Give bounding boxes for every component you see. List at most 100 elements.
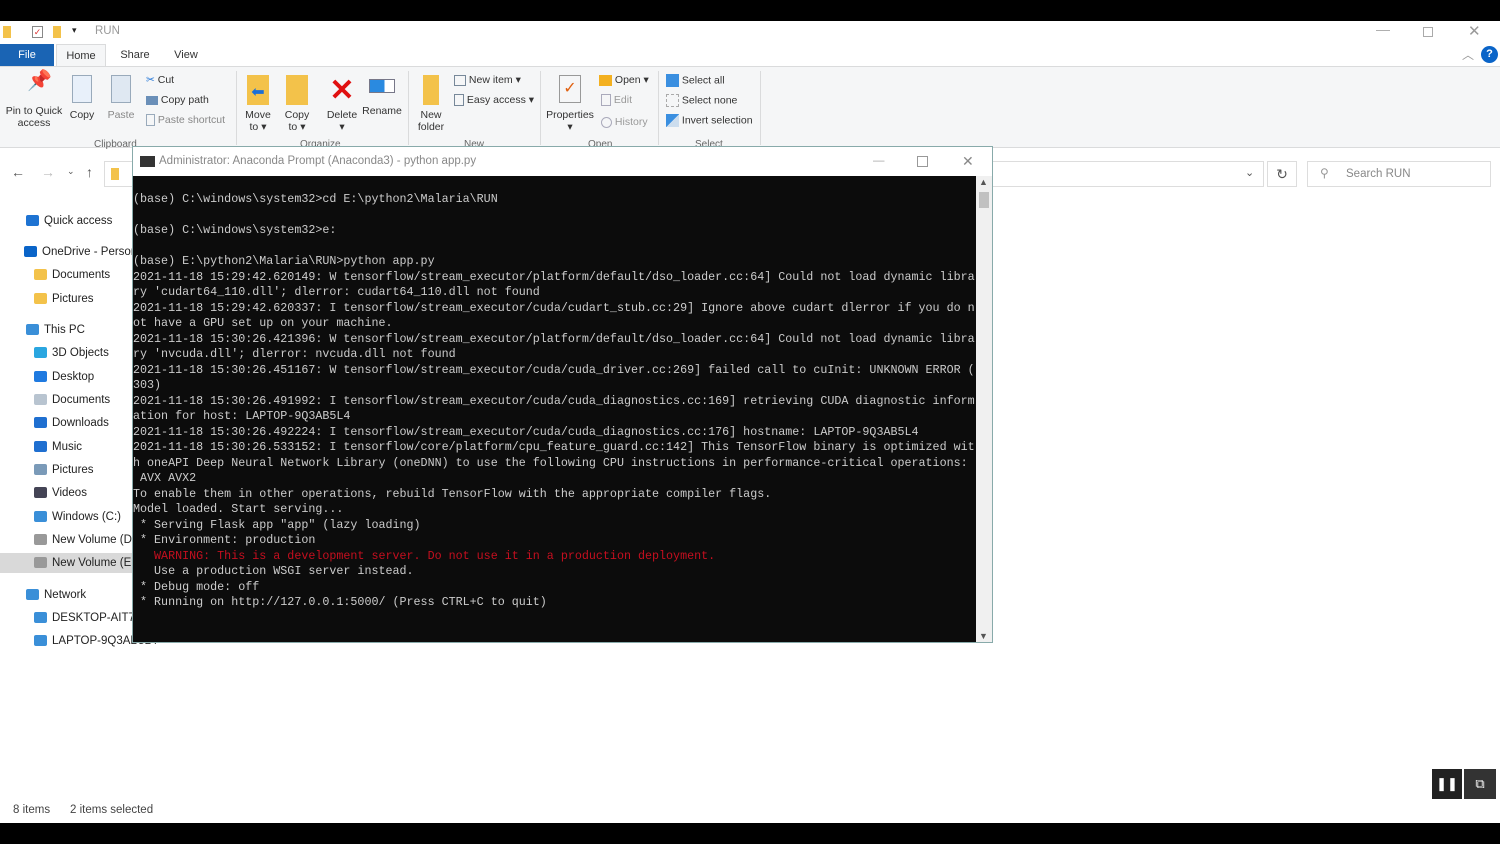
- invert-selection-icon: [666, 114, 679, 127]
- scroll-thumb[interactable]: [979, 192, 989, 208]
- sidebar-item-label: Music: [52, 441, 83, 453]
- sidebar-item-windows-c-[interactable]: Windows (C:): [34, 507, 121, 527]
- recent-locations-button[interactable]: ⌄: [67, 166, 75, 177]
- paste-button[interactable]: Paste: [104, 75, 138, 121]
- move-to-button[interactable]: ⬅ Move to ▾: [243, 75, 273, 133]
- help-icon[interactable]: ?: [1481, 46, 1498, 63]
- delete-x-icon: ✕: [329, 74, 355, 107]
- sidebar-item-this-pc[interactable]: This PC: [26, 320, 85, 340]
- customize-qat-icon[interactable]: ▾: [72, 25, 77, 36]
- collapse-ribbon-icon[interactable]: ︿: [1462, 46, 1474, 63]
- edit-icon: [601, 94, 611, 107]
- sidebar-item-desktop-ait7i[interactable]: DESKTOP-AIT7I: [34, 608, 138, 628]
- back-button[interactable]: ←: [11, 164, 25, 180]
- scroll-down-icon[interactable]: ▼: [979, 631, 988, 641]
- terminal-line: Use a production WSGI server instead.: [133, 564, 414, 578]
- pin-icon: 📌: [27, 70, 52, 92]
- terminal-line: 2021-11-18 15:30:26.533152: I tensorflow…: [133, 440, 975, 454]
- invert-selection-button[interactable]: Invert selection: [666, 114, 753, 127]
- cut-button[interactable]: ✂ Cut: [146, 74, 174, 86]
- pin-to-quick-access-button[interactable]: 📌 Pin to Quick access: [4, 70, 64, 129]
- terminal-output[interactable]: (base) C:\windows\system32>cd E:\python2…: [133, 176, 976, 642]
- ribbon-tabs: File Home Share View ︿ ?: [0, 44, 1500, 67]
- ribbon-home: 📌 Pin to Quick access Copy Paste ✂ Cut Co…: [0, 66, 1500, 150]
- properties-qat-icon[interactable]: ✓: [32, 26, 43, 38]
- cmd-maximize-button[interactable]: [917, 156, 928, 167]
- sidebar-item-desktop[interactable]: Desktop: [34, 367, 94, 387]
- new-item-button[interactable]: New item ▾: [454, 74, 521, 86]
- picture-in-picture-icon[interactable]: ⧉: [1464, 769, 1496, 799]
- delete-button[interactable]: ✕ Delete ▾: [324, 74, 360, 134]
- paste-shortcut-button[interactable]: Paste shortcut: [146, 114, 225, 127]
- terminal-line: 2021-11-18 15:30:26.451167: W tensorflow…: [133, 362, 975, 377]
- rename-button[interactable]: Rename: [362, 75, 402, 117]
- terminal-line: ry 'cudart64_110.dll'; dlerror: cudart64…: [133, 285, 540, 299]
- pause-icon[interactable]: ❚❚: [1432, 769, 1462, 799]
- restore-button[interactable]: [1423, 27, 1433, 37]
- address-dropdown-icon[interactable]: ⌄: [1245, 166, 1254, 179]
- tab-file[interactable]: File: [0, 44, 54, 66]
- terminal-line: 2021-11-18 15:30:26.421396: W tensorflow…: [133, 331, 975, 346]
- terminal-line: ry 'nvcuda.dll'; dlerror: nvcuda.dll not…: [133, 347, 456, 361]
- terminal-line: 2021-11-18 15:30:26.492224: I tensorflow…: [133, 424, 919, 439]
- terminal-line: 2021-11-18 15:30:26.491992: I tensorflow…: [133, 393, 975, 408]
- terminal-line: (base) C:\windows\system32>e:: [133, 223, 337, 237]
- refresh-button[interactable]: ↻: [1267, 161, 1297, 187]
- sidebar-item-label: Desktop: [52, 371, 95, 383]
- terminal-line: 2021-11-18 15:29:42.620149: W tensorflow…: [133, 269, 975, 284]
- cmd-titlebar[interactable]: Administrator: Anaconda Prompt (Anaconda…: [133, 147, 992, 176]
- sidebar-item-label: New Volume (D:): [52, 534, 139, 546]
- new-folder-button[interactable]: New folder: [414, 75, 448, 133]
- terminal-line: * Serving Flask app "app" (lazy loading): [133, 517, 421, 532]
- sidebar-item-new-volume-e-[interactable]: New Volume (E:): [0, 553, 138, 573]
- history-button[interactable]: History: [601, 116, 648, 128]
- cube-icon: [34, 347, 47, 359]
- tab-home[interactable]: Home: [56, 44, 106, 67]
- sidebar-item-documents[interactable]: Documents: [34, 390, 110, 410]
- up-button[interactable]: ↑: [86, 164, 93, 180]
- tab-share[interactable]: Share: [110, 44, 160, 66]
- sidebar-item-label: OneDrive - Personal: [42, 246, 147, 258]
- forward-button[interactable]: →: [41, 164, 55, 180]
- folder-icon: [34, 269, 47, 281]
- sidebar-item-onedrive-personal[interactable]: OneDrive - Personal: [24, 242, 146, 262]
- select-none-icon: [666, 94, 679, 107]
- properties-button[interactable]: ✓ Properties ▾: [545, 75, 595, 133]
- cmd-title: Administrator: Anaconda Prompt (Anaconda…: [159, 155, 477, 167]
- sidebar-item-new-volume-d-[interactable]: New Volume (D:): [34, 530, 139, 550]
- easy-access-button[interactable]: Easy access ▾: [454, 94, 534, 107]
- select-none-button[interactable]: Select none: [666, 94, 737, 107]
- minimize-button[interactable]: —: [1376, 21, 1390, 37]
- sidebar-item-downloads[interactable]: Downloads: [34, 413, 109, 433]
- copy-path-button[interactable]: Copy path: [146, 94, 209, 106]
- cmd-minimize-button[interactable]: —: [873, 147, 885, 176]
- select-all-button[interactable]: Select all: [666, 74, 725, 87]
- properties-icon: ✓: [559, 75, 581, 103]
- sidebar-item-3d-objects[interactable]: 3D Objects: [34, 343, 109, 363]
- cmd-close-button[interactable]: ✕: [962, 147, 974, 176]
- tab-view[interactable]: View: [162, 44, 210, 66]
- close-button[interactable]: ✕: [1468, 22, 1481, 40]
- open-icon: [599, 74, 612, 86]
- new-folder-qat-icon[interactable]: [53, 26, 61, 38]
- sidebar-item-quick-access[interactable]: Quick access: [26, 211, 112, 231]
- sidebar-item-documents[interactable]: Documents: [34, 265, 110, 285]
- anaconda-prompt-window[interactable]: Administrator: Anaconda Prompt (Anaconda…: [132, 146, 993, 643]
- copy-to-icon: [286, 75, 308, 105]
- copy-button[interactable]: Copy: [66, 75, 98, 121]
- folder-icon: [34, 293, 47, 305]
- scroll-up-icon[interactable]: ▲: [979, 177, 988, 187]
- sidebar-item-videos[interactable]: Videos: [34, 483, 87, 503]
- copy-to-button[interactable]: Copy to ▾: [282, 75, 312, 133]
- vertical-scrollbar[interactable]: ▲ ▼: [976, 176, 992, 642]
- terminal-line: To enable them in other operations, rebu…: [133, 486, 772, 501]
- search-box[interactable]: ⚲ Search RUN: [1307, 161, 1491, 187]
- edit-button[interactable]: Edit: [601, 94, 632, 107]
- terminal-line: * Running on http://127.0.0.1:5000/ (Pre…: [133, 595, 547, 609]
- sidebar-item-pictures[interactable]: Pictures: [34, 460, 94, 480]
- divider: [540, 71, 541, 145]
- sidebar-item-music[interactable]: Music: [34, 437, 82, 457]
- open-button[interactable]: Open ▾: [599, 74, 649, 86]
- sidebar-item-network[interactable]: Network: [26, 585, 86, 605]
- sidebar-item-pictures[interactable]: Pictures: [34, 289, 94, 309]
